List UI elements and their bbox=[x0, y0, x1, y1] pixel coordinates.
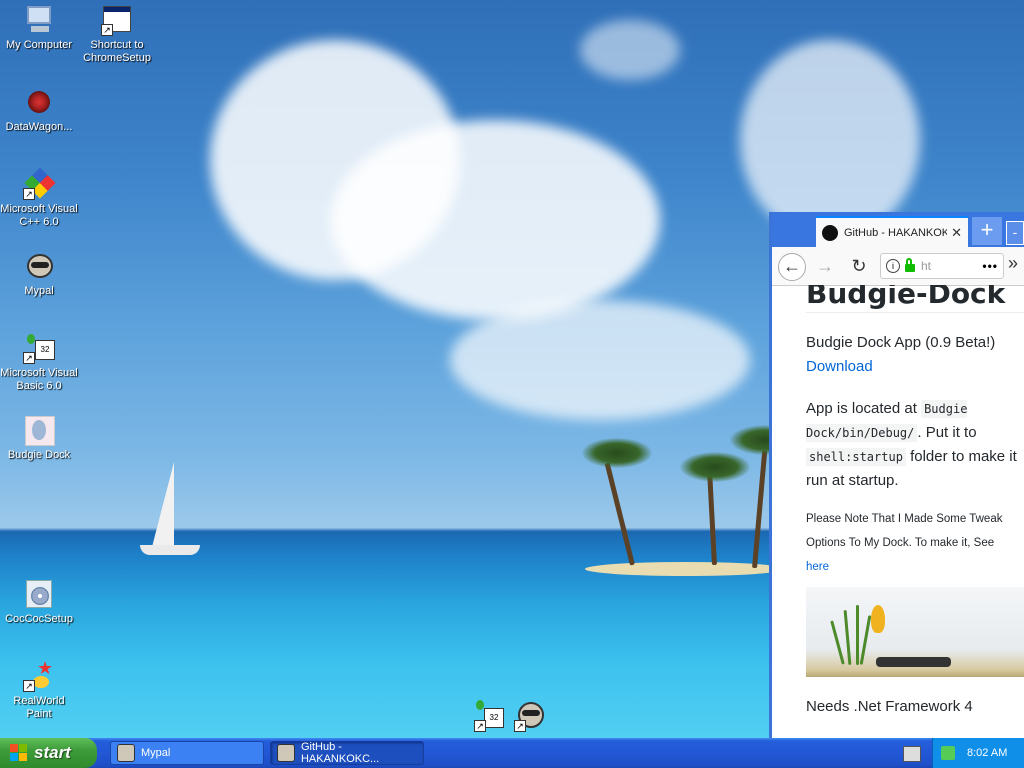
keyboard-icon[interactable] bbox=[903, 746, 921, 762]
page-actions-menu-icon[interactable]: ••• bbox=[982, 259, 998, 273]
coccoc-setup-icon bbox=[23, 578, 55, 610]
desktop-icon-visual-cpp[interactable]: ↗ Microsoft Visual C++ 6.0 bbox=[0, 167, 78, 229]
palm-tree-trunk bbox=[752, 450, 768, 569]
dock-mypal-raccoon-icon[interactable]: ↗ bbox=[514, 700, 548, 732]
note-paragraph: Please Note That I Made Some Tweak Optio… bbox=[806, 507, 1024, 579]
tab-close-icon[interactable]: ✕ bbox=[951, 225, 962, 241]
toolbar-overflow-icon[interactable]: » bbox=[1008, 253, 1018, 274]
palm-tree-trunk bbox=[604, 462, 635, 566]
arrow-left-icon: ← bbox=[783, 256, 801, 276]
wallpaper-cloud bbox=[330, 120, 660, 320]
windows-logo-icon bbox=[10, 744, 28, 762]
browser-navbar: ← → ↻ i ht ••• » bbox=[772, 247, 1024, 286]
desktop-icon-label: CocCocSetup bbox=[5, 613, 73, 625]
sailboat-sail bbox=[152, 462, 174, 547]
desktop-icon-budgie-dock[interactable]: Budgie Dock bbox=[0, 414, 78, 462]
desktop-icon-chromesetup[interactable]: ↗ Shortcut to ChromeSetup bbox=[78, 4, 156, 65]
forward-button[interactable]: → bbox=[812, 253, 838, 279]
window-shortcut-icon: ↗ bbox=[101, 4, 133, 36]
desktop-icon-label: Microsoft Visual C++ 6.0 bbox=[0, 203, 78, 228]
location-text-mid: . Put it to bbox=[917, 424, 977, 441]
note-text: Please Note That I Made Some Tweak Optio… bbox=[806, 513, 1003, 549]
requirements-text: Needs .Net Framework 4 bbox=[806, 698, 973, 715]
back-button[interactable]: ← bbox=[778, 253, 806, 281]
desktop-icon-label: Microsoft Visual Basic 6.0 bbox=[0, 367, 78, 392]
taskbar-item-github[interactable]: GitHub - HAKANKOKC... bbox=[270, 741, 424, 765]
desktop-icon-label: Mypal bbox=[24, 285, 54, 297]
desktop-icon-label: Budgie Dock bbox=[7, 449, 71, 461]
mypal-raccoon-icon bbox=[23, 250, 55, 282]
desktop-icon-mypal[interactable]: Mypal bbox=[0, 250, 78, 298]
download-link[interactable]: Download bbox=[806, 358, 873, 375]
github-icon bbox=[822, 224, 838, 241]
lock-icon bbox=[905, 257, 915, 272]
sailboat-hull bbox=[140, 545, 200, 555]
info-icon[interactable]: i bbox=[886, 259, 900, 273]
taskbar-item-mypal[interactable]: Mypal bbox=[110, 741, 264, 765]
desktop-icon-label: Shortcut to ChromeSetup bbox=[83, 39, 151, 64]
taskbar: start Mypal GitHub - HAKANKOKC... 8:02 A… bbox=[0, 738, 1024, 768]
palm-tree-leaves bbox=[582, 438, 652, 468]
tray-app-icon[interactable] bbox=[941, 746, 955, 760]
reload-icon: ↻ bbox=[851, 256, 867, 276]
desktop-icon-coccoc-setup[interactable]: CocCocSetup bbox=[0, 578, 78, 626]
location-text-before: App is located at bbox=[806, 400, 922, 417]
mypal-raccoon-icon bbox=[117, 744, 135, 762]
reload-button[interactable]: ↻ bbox=[846, 253, 872, 279]
desktop-icon-label: My Computer bbox=[5, 39, 73, 51]
page-heading: Budgie-Dock bbox=[806, 285, 1024, 313]
desktop-icon-visual-basic[interactable]: 32 ↗ Microsoft Visual Basic 6.0 bbox=[0, 332, 78, 393]
new-tab-button[interactable]: + bbox=[972, 217, 1002, 245]
page-content: Budgie-Dock Budgie Dock App (0.9 Beta!) … bbox=[772, 285, 1024, 739]
desktop-icon-label: RealWorld Paint bbox=[13, 695, 65, 720]
arrow-right-icon: → bbox=[816, 256, 834, 276]
dock-screenshot-image bbox=[806, 587, 1024, 677]
wallpaper-cloud bbox=[450, 300, 750, 420]
desktop-icon-realworld-paint[interactable]: ★ ↗ RealWorld Paint bbox=[0, 659, 78, 721]
minimize-button[interactable]: - bbox=[1006, 221, 1024, 245]
wallpaper-cloud bbox=[740, 40, 920, 240]
description-paragraph: Budgie Dock App (0.9 Beta!) Download bbox=[806, 331, 1024, 379]
budgie-dock-icon bbox=[23, 414, 55, 446]
startup-code: shell:startup bbox=[806, 448, 906, 466]
clock[interactable]: 8:02 AM bbox=[967, 747, 1007, 759]
palm-tree-leaves bbox=[680, 452, 750, 482]
here-link[interactable]: here bbox=[806, 561, 829, 573]
visual-cpp-icon: ↗ bbox=[23, 167, 56, 200]
location-paragraph: App is located at Budgie Dock/bin/Debug/… bbox=[806, 397, 1024, 493]
desktop-icon-label: DataWagon... bbox=[5, 121, 73, 133]
taskbar-item-label: Mypal bbox=[141, 747, 171, 759]
mypal-raccoon-icon bbox=[277, 744, 295, 762]
browser-window: GitHub - HAKANKOKC ✕ + - ← → ↻ i ht ••• … bbox=[769, 212, 1024, 739]
realworld-paint-icon: ★ ↗ bbox=[23, 659, 55, 692]
start-label: start bbox=[34, 743, 71, 762]
browser-tab-strip: GitHub - HAKANKOKC ✕ + - bbox=[772, 213, 1024, 247]
dock-bar bbox=[876, 657, 951, 667]
wallpaper-cloud bbox=[580, 20, 680, 80]
tab-title: GitHub - HAKANKOKC bbox=[844, 226, 948, 239]
datawagon-icon bbox=[23, 86, 55, 118]
url-bar[interactable]: i ht ••• bbox=[880, 253, 1004, 279]
desktop-icon-my-computer[interactable]: My Computer bbox=[0, 4, 78, 52]
description-text: Budgie Dock App (0.9 Beta!) bbox=[806, 334, 996, 351]
start-button[interactable]: start bbox=[0, 738, 97, 768]
taskbar-item-label: GitHub - HAKANKOKC... bbox=[300, 741, 380, 765]
browser-tab-github[interactable]: GitHub - HAKANKOKC ✕ bbox=[816, 216, 968, 247]
my-computer-icon bbox=[23, 4, 55, 36]
system-tray: 8:02 AM bbox=[932, 738, 1024, 768]
url-text: ht bbox=[921, 259, 932, 273]
palm-tree-trunk bbox=[707, 469, 717, 566]
desktop-icon-datawagon[interactable]: DataWagon... bbox=[0, 86, 78, 134]
visual-basic-icon: 32 ↗ bbox=[23, 332, 55, 364]
dock-visual-basic-icon[interactable]: 32 ↗ bbox=[474, 700, 506, 732]
